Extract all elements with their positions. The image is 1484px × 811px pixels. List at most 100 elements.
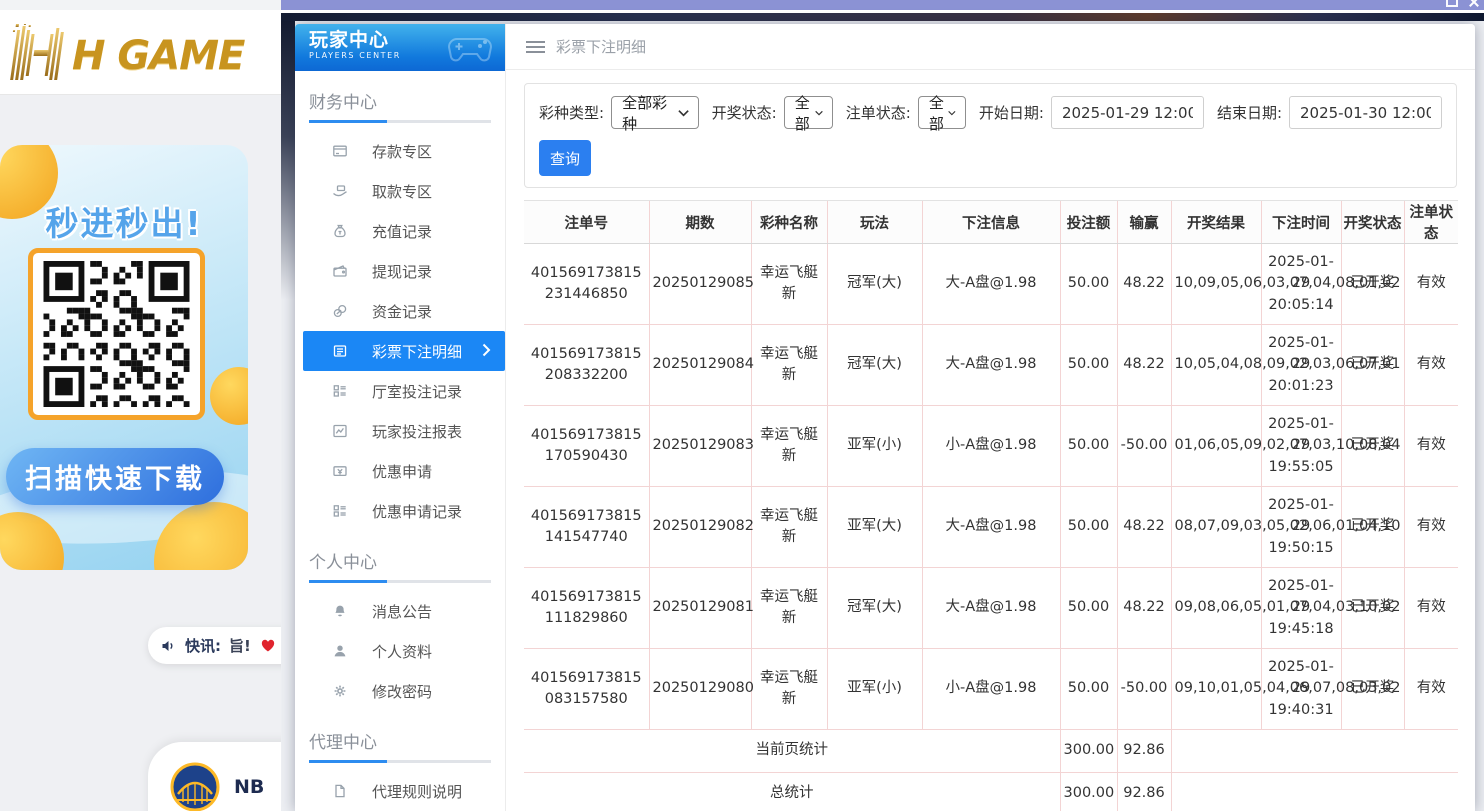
sidebar-item-promo-list[interactable]: 优惠申请记录 [295, 491, 505, 531]
table-cell: 冠军(大) [827, 325, 922, 406]
table-cell: 50.00 [1060, 244, 1117, 325]
lottery-type-value: 全部彩种 [622, 92, 678, 134]
content-area: 彩种类型: 全部彩种 开奖状态: 全部 注单状态: [506, 70, 1475, 811]
sidebar-item-withdraw-hand[interactable]: 取款专区 [295, 171, 505, 211]
decor-blob [210, 367, 248, 425]
room-list-icon [331, 383, 348, 399]
column-header: 下注时间 [1261, 201, 1341, 244]
sidebar-item-label: 存款专区 [372, 141, 432, 162]
news-card-title: NB [234, 776, 264, 798]
chevron-down-icon [948, 109, 956, 117]
site-header: H GAME [0, 10, 281, 95]
end-date-input[interactable] [1289, 96, 1442, 129]
menu-icon[interactable] [526, 40, 545, 54]
column-header: 开奖结果 [1171, 201, 1261, 244]
sidebar-item-document[interactable]: 代理规则说明 [295, 771, 505, 811]
sidebar-item-gear[interactable]: 修改密码 [295, 671, 505, 711]
background-site: H GAME 秒进秒出! 扫描快速下载 快讯: 旨! [0, 0, 281, 811]
sidebar-item-label: 彩票下注明细 [372, 341, 462, 362]
screen: H GAME 秒进秒出! 扫描快速下载 快讯: 旨! [0, 0, 1484, 811]
sidebar-section-title: 个人中心 [309, 548, 491, 573]
table-cell: 有效 [1404, 406, 1458, 487]
main-content: 彩票下注明细 彩种类型: 全部彩种 开奖状态: [506, 24, 1475, 811]
table-row: 40156917381508315758020250129080幸运飞艇新亚军(… [524, 649, 1458, 730]
table-cell: 401569173815170590430 [524, 406, 649, 487]
bell-icon [331, 603, 348, 619]
lottery-type-select[interactable]: 全部彩种 [611, 96, 699, 129]
table-cell: 01,06,05,09,02,07,03,10,08,04 [1171, 406, 1261, 487]
table-cell: 50.00 [1060, 649, 1117, 730]
promo-ticket-icon [331, 463, 348, 479]
ticker-text: 旨! [229, 635, 251, 656]
sidebar-item-report-chart[interactable]: 玩家投注报表 [295, 411, 505, 451]
page-left-shade [281, 21, 295, 311]
sidebar-item-bet-list[interactable]: 彩票下注明细 [303, 331, 505, 371]
bet-list-icon [331, 343, 348, 359]
table-cell: 冠军(大) [827, 244, 922, 325]
maximize-icon[interactable] [1446, 0, 1458, 7]
money-bag-icon [331, 223, 348, 239]
summary-row: 当前页统计300.0092.86 [524, 730, 1458, 773]
sidebar-item-deposit-card[interactable]: 存款专区 [295, 131, 505, 171]
table-cell: 48.22 [1117, 487, 1171, 568]
table-cell: 401569173815083157580 [524, 649, 649, 730]
sidebar-item-room-list[interactable]: 厅室投注记录 [295, 371, 505, 411]
coins-icon [331, 303, 348, 319]
table-cell: 大-A盘@1.98 [922, 325, 1060, 406]
sidebar-item-label: 个人资料 [372, 641, 432, 662]
table-cell: 有效 [1404, 649, 1458, 730]
sidebar-item-label: 充值记录 [372, 221, 432, 242]
chevron-down-icon [815, 109, 823, 117]
table-cell: 50.00 [1060, 325, 1117, 406]
column-header: 注单状态 [1404, 201, 1458, 244]
end-date-label: 结束日期: [1217, 102, 1282, 123]
sidebar-item-label: 厅室投注记录 [372, 381, 462, 402]
summary-label: 当前页统计 [524, 730, 1060, 773]
start-date-label: 开始日期: [979, 102, 1044, 123]
download-button[interactable]: 扫描快速下载 [6, 448, 224, 505]
sidebar-item-bell[interactable]: 消息公告 [295, 591, 505, 631]
summary-label: 总统计 [524, 773, 1060, 811]
sidebar-item-person[interactable]: 个人资料 [295, 631, 505, 671]
order-status-select[interactable]: 全部 [918, 96, 966, 129]
table-cell: 09,08,06,05,01,07,04,03,10,02 [1171, 568, 1261, 649]
page-background: 玩家中心 PLAYERS CENTER 财务中心存款专区取款专区充值记录提现记录… [281, 21, 1484, 811]
close-icon[interactable] [1468, 0, 1479, 7]
summary-bet-amount: 300.00 [1060, 773, 1117, 811]
summary-bet-amount: 300.00 [1060, 730, 1117, 773]
table-cell: 幸运飞艇新 [751, 487, 827, 568]
table-cell: 幸运飞艇新 [751, 244, 827, 325]
table-cell: 401569173815208332200 [524, 325, 649, 406]
news-ticker[interactable]: 快讯: 旨! [148, 627, 281, 664]
filter-row: 彩种类型: 全部彩种 开奖状态: 全部 注单状态: [539, 96, 1442, 129]
table-cell: 50.00 [1060, 568, 1117, 649]
table-cell: 大-A盘@1.98 [922, 244, 1060, 325]
search-button[interactable]: 查询 [539, 140, 591, 176]
lottery-type-label: 彩种类型: [539, 102, 604, 123]
sidebar-item-promo-ticket[interactable]: 优惠申请 [295, 451, 505, 491]
page-top-band [281, 13, 1484, 21]
table-cell: 08,07,09,03,05,02,06,01,04,10 [1171, 487, 1261, 568]
sidebar-item-label: 玩家投注报表 [372, 421, 462, 442]
team-logo-icon [170, 762, 220, 811]
sidebar-item-label: 提现记录 [372, 261, 432, 282]
window-titlebar [281, 0, 1484, 10]
sidebar-item-wallet[interactable]: 提现记录 [295, 251, 505, 291]
bet-table: 注单号期数彩种名称玩法下注信息投注额输赢开奖结果下注时间开奖状态注单状态4015… [524, 200, 1458, 811]
speaker-icon [160, 638, 177, 654]
sidebar-item-money-bag[interactable]: 充值记录 [295, 211, 505, 251]
draw-status-select[interactable]: 全部 [784, 96, 833, 129]
order-status-value: 全部 [929, 92, 948, 134]
table-row: 40156917381517059043020250129083幸运飞艇新亚军(… [524, 406, 1458, 487]
sidebar-item-coins[interactable]: 资金记录 [295, 291, 505, 331]
news-card[interactable]: NB [148, 742, 281, 811]
column-header: 投注额 [1060, 201, 1117, 244]
table-cell: 401569173815141547740 [524, 487, 649, 568]
start-date-input[interactable] [1051, 96, 1204, 129]
column-header: 玩法 [827, 201, 922, 244]
table-cell: 48.22 [1117, 244, 1171, 325]
summary-win-loss: 92.86 [1117, 730, 1171, 773]
sidebar-section-title: 代理中心 [309, 728, 491, 753]
sidebar-item-label: 消息公告 [372, 601, 432, 622]
table-cell: 10,09,05,06,03,07,04,08,01,02 [1171, 244, 1261, 325]
